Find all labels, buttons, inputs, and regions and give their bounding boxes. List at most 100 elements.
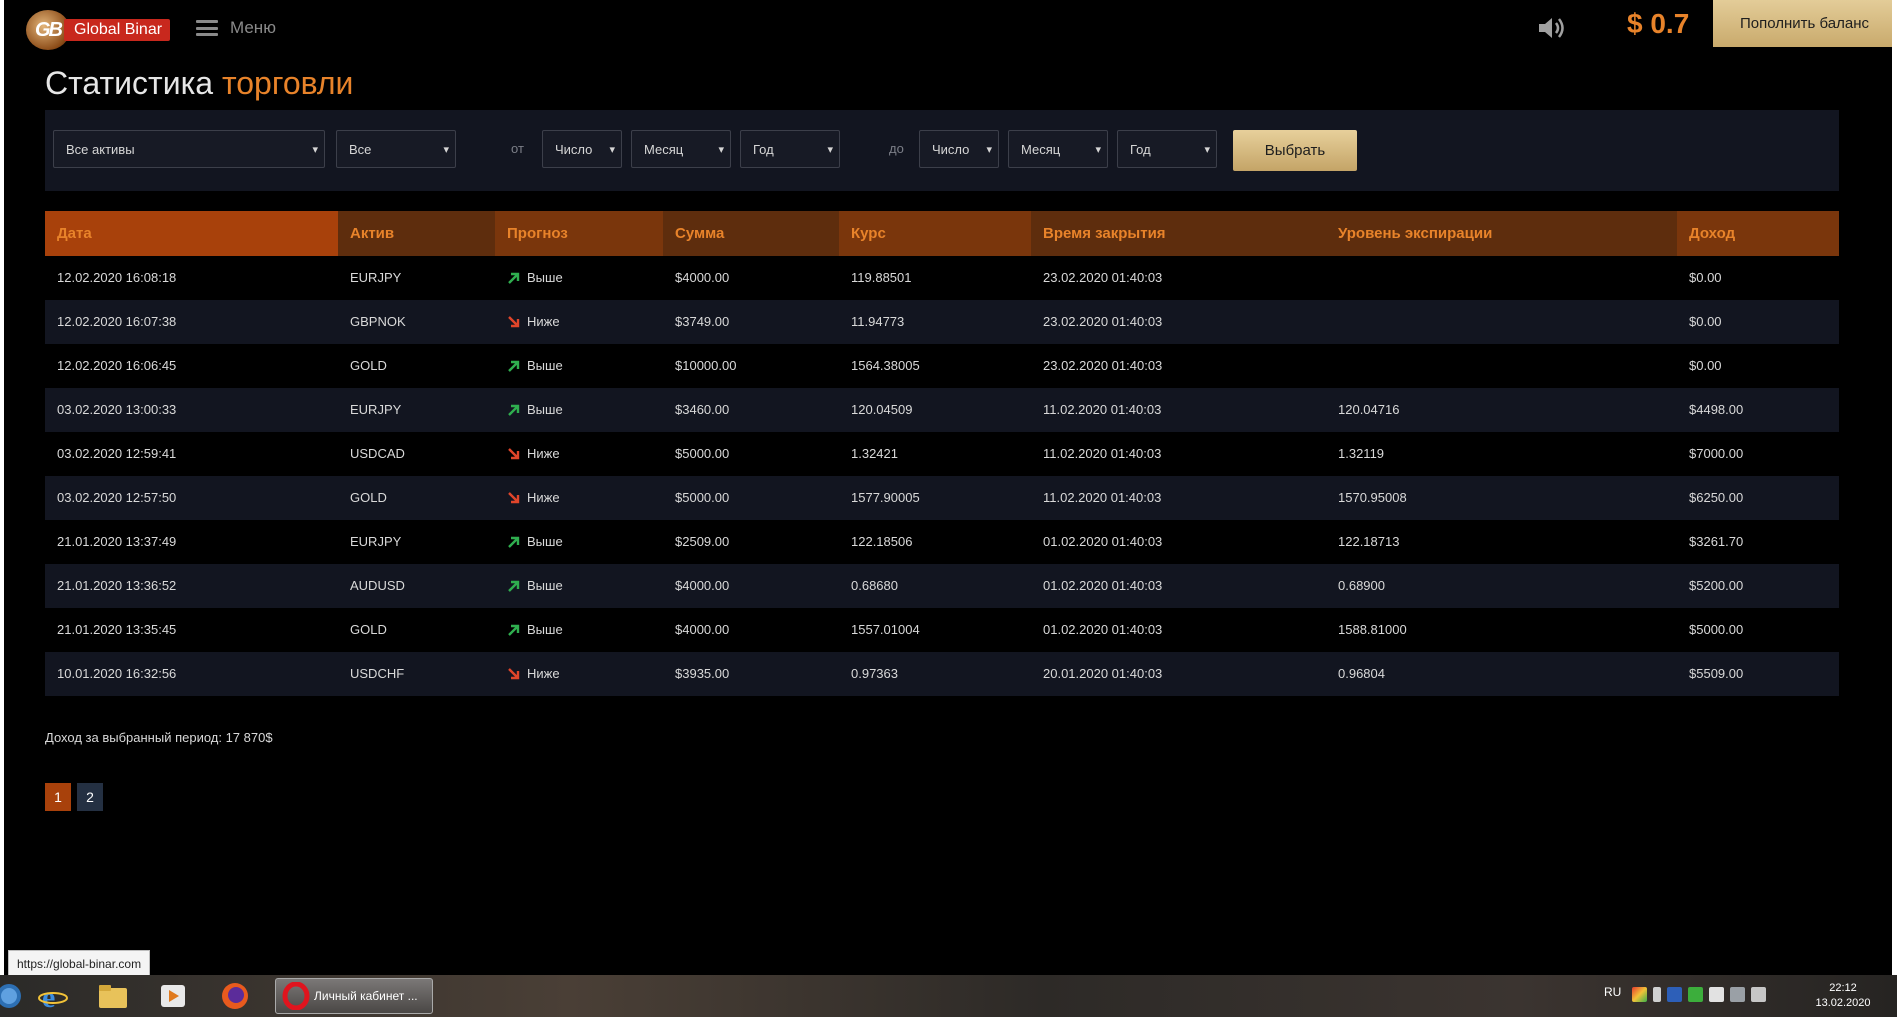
col-header-date[interactable]: Дата: [45, 211, 338, 256]
col-header-sum[interactable]: Сумма: [663, 211, 839, 256]
volume-tray-icon[interactable]: [1653, 987, 1661, 1002]
topup-balance-button[interactable]: Пополнить баланс: [1713, 0, 1892, 47]
cell-close-time: 11.02.2020 01:40:03: [1043, 446, 1162, 461]
col-header-asset[interactable]: Актив: [338, 211, 495, 256]
tray-app-icon[interactable]: [1632, 987, 1647, 1002]
cell-rate: 0.97363: [851, 666, 898, 681]
pagination: 1 2: [45, 783, 103, 811]
cell-rate: 11.94773: [851, 314, 905, 329]
cell-date: 03.02.2020 12:59:41: [57, 446, 177, 461]
taskbar-active-task[interactable]: Личный кабинет ...: [275, 978, 433, 1014]
cell-close-time: 11.02.2020 01:40:03: [1043, 402, 1162, 417]
forecast-label: Ниже: [527, 314, 560, 329]
col-header-expiration[interactable]: Уровень экспирации: [1326, 211, 1677, 256]
site-logo[interactable]: GB Global Binar: [26, 9, 171, 51]
logo-text: Global Binar: [64, 19, 171, 41]
cell-close-time: 20.01.2020 01:40:03: [1043, 666, 1163, 681]
arrow-down-right-icon: [508, 316, 520, 328]
start-button-icon[interactable]: [0, 979, 26, 1013]
forecast-label: Выше: [527, 622, 563, 637]
forecast-label: Выше: [527, 534, 563, 549]
page-1-button[interactable]: 1: [45, 783, 71, 811]
cell-expiration: 120.04716: [1338, 402, 1400, 417]
cell-asset: GOLD: [350, 490, 387, 505]
cell-forecast: Ниже: [495, 476, 663, 520]
forecast-label: Выше: [527, 578, 563, 593]
cell-sum: $2509.00: [675, 534, 730, 549]
from-day-select[interactable]: Число: [542, 130, 622, 169]
to-year-select[interactable]: Год: [1117, 130, 1217, 169]
table-row: 03.02.2020 12:59:41 USDCAD Ниже $5000.00 1.3…: [45, 432, 1839, 476]
cell-income: $6250.00: [1689, 490, 1744, 505]
tray-doc-icon[interactable]: [1709, 987, 1724, 1002]
cell-date: 12.02.2020 16:06:45: [57, 358, 177, 373]
cell-income: $4498.00: [1689, 402, 1744, 417]
table-row: 03.02.2020 12:57:50 GOLD Ниже $5000.00 1577.…: [45, 476, 1839, 520]
cell-forecast: Выше: [495, 608, 663, 652]
from-month-select[interactable]: Месяц: [631, 130, 731, 169]
col-header-income[interactable]: Доход: [1677, 211, 1839, 256]
media-player-icon[interactable]: [156, 979, 190, 1013]
sound-icon[interactable]: [1536, 14, 1566, 42]
table-row: 03.02.2020 13:00:33 EURJPY Выше $3460.00 120…: [45, 388, 1839, 432]
internet-explorer-icon[interactable]: e: [36, 979, 70, 1013]
cell-income: $0.00: [1689, 358, 1722, 373]
cell-asset: USDCAD: [350, 446, 405, 461]
menu-button[interactable]: Меню: [196, 18, 276, 38]
firefox-icon[interactable]: [218, 979, 252, 1013]
cell-asset: GBPNOK: [350, 314, 406, 329]
cell-rate: 122.18506: [851, 534, 913, 549]
cell-income: $0.00: [1689, 314, 1722, 329]
language-indicator[interactable]: RU: [1604, 985, 1621, 999]
cell-close-time: 23.02.2020 01:40:03: [1043, 314, 1163, 329]
cell-asset: EURJPY: [350, 402, 402, 417]
asset-select[interactable]: Все активы: [53, 130, 325, 169]
to-month-select[interactable]: Месяц: [1008, 130, 1108, 169]
forecast-label: Выше: [527, 358, 563, 373]
col-header-forecast[interactable]: Прогноз: [495, 211, 663, 256]
file-explorer-icon[interactable]: [96, 979, 130, 1013]
table-row: 21.01.2020 13:37:49 EURJPY Выше $2509.00 122…: [45, 520, 1839, 564]
cell-rate: 1564.38005: [851, 358, 920, 373]
cell-forecast: Ниже: [495, 432, 663, 476]
cell-date: 21.01.2020 13:36:52: [57, 578, 177, 593]
cell-forecast: Выше: [495, 564, 663, 608]
arrow-down-right-icon: [508, 492, 520, 504]
cell-expiration: 1588.81000: [1338, 622, 1407, 637]
forecast-label: Ниже: [527, 490, 560, 505]
cell-rate: 0.68680: [851, 578, 898, 593]
tray-z-icon[interactable]: [1667, 987, 1682, 1002]
table-row: 21.01.2020 13:36:52 AUDUSD Выше $4000.00 0.6…: [45, 564, 1839, 608]
cell-asset: USDCHF: [350, 666, 405, 681]
cell-rate: 1.32421: [851, 446, 898, 461]
app-window: GB Global Binar Меню $ 0.7 Пополнить бал…: [4, 0, 1892, 975]
cell-sum: $3460.00: [675, 402, 730, 417]
col-header-close-time[interactable]: Время закрытия: [1031, 211, 1326, 256]
col-header-rate[interactable]: Курс: [839, 211, 1031, 256]
cell-sum: $4000.00: [675, 622, 730, 637]
cell-forecast: Выше: [495, 520, 663, 564]
balance-amount: $ 0.7: [1627, 8, 1690, 39]
cell-forecast: Выше: [495, 256, 663, 300]
cell-sum: $3935.00: [675, 666, 730, 681]
cell-rate: 1577.90005: [851, 490, 920, 505]
system-tray: [1632, 987, 1766, 1002]
from-year-select[interactable]: Год: [740, 130, 840, 169]
page-2-button[interactable]: 2: [77, 783, 103, 811]
cell-asset: GOLD: [350, 358, 387, 373]
type-select[interactable]: Все: [336, 130, 456, 169]
to-day-select[interactable]: Число: [919, 130, 999, 169]
cell-date: 21.01.2020 13:37:49: [57, 534, 177, 549]
arrow-up-right-icon: [508, 404, 520, 416]
cell-income: $7000.00: [1689, 446, 1744, 461]
tray-network-icon[interactable]: [1730, 987, 1745, 1002]
cell-forecast: Ниже: [495, 652, 663, 696]
clock-date: 13.02.2020: [1815, 997, 1871, 1009]
taskbar-clock[interactable]: 22:12 13.02.2020: [1808, 981, 1878, 1011]
tray-flag-icon[interactable]: [1751, 987, 1766, 1002]
tray-nvidia-icon[interactable]: [1688, 987, 1703, 1002]
cell-forecast: Ниже: [495, 300, 663, 344]
choose-button[interactable]: Выбрать: [1233, 130, 1357, 171]
page-title-accent: торговли: [221, 65, 354, 101]
cell-date: 03.02.2020 12:57:50: [57, 490, 177, 505]
